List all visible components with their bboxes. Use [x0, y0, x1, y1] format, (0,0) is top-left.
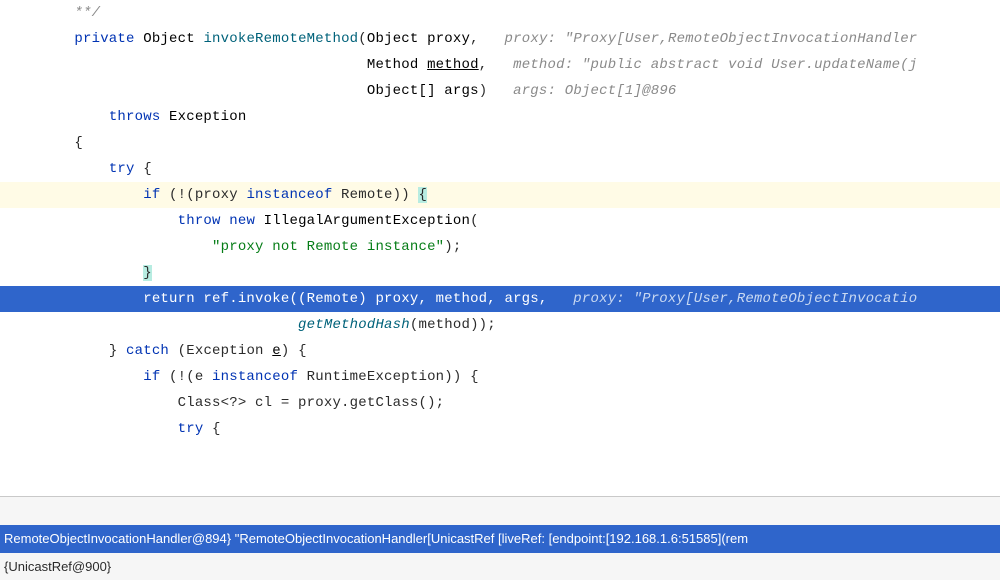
code-line: try {: [0, 156, 1000, 182]
inline-hint: proxy: "Proxy[User,RemoteObjectInvocatio…: [505, 31, 918, 47]
variable-value: RemoteObjectInvocationHandler@894} "Remo…: [4, 531, 748, 546]
code-line: private Object invokeRemoteMethod(Object…: [0, 26, 1000, 52]
paren: (Exception: [169, 343, 272, 359]
code-line: }: [0, 260, 1000, 286]
code-line: throws Exception: [0, 104, 1000, 130]
keyword-instanceof: instanceof: [212, 369, 298, 385]
keyword-throws: throws: [109, 109, 161, 125]
type: Exception: [169, 109, 246, 125]
variable-row-selected[interactable]: RemoteObjectInvocationHandler@894} "Remo…: [0, 525, 1000, 553]
exec-gutter: [0, 286, 15, 312]
keyword-private: private: [74, 31, 134, 47]
keyword-catch: catch: [126, 343, 169, 359]
brace-matched: }: [143, 265, 152, 281]
expr: RuntimeException)) {: [298, 369, 479, 385]
code-line: try {: [0, 416, 1000, 442]
keyword-if: if: [143, 369, 160, 385]
code-line: Object[] args) args: Object[1]@896: [0, 78, 1000, 104]
code-editor[interactable]: **/ private Object invokeRemoteMethod(Ob…: [0, 0, 1000, 496]
method-name: invokeRemoteMethod: [203, 31, 358, 47]
type: IllegalArgumentException: [264, 213, 470, 229]
keyword-if: if: [143, 187, 160, 203]
inline-hint: proxy: "Proxy[User,RemoteObjectInvocatio: [573, 291, 917, 307]
type: Object: [143, 31, 195, 47]
code-line-execution: return ref.invoke((Remote) proxy, method…: [0, 286, 1000, 312]
statement: Class<?> cl = proxy.getClass();: [178, 395, 445, 411]
param-type: Object[]: [367, 83, 436, 99]
expr: Remote)): [332, 187, 418, 203]
keyword-new: new: [229, 213, 255, 229]
brace-matched: {: [418, 187, 427, 203]
param-name: method: [427, 57, 479, 73]
keyword-try: try: [178, 421, 204, 437]
comment-end: **/: [74, 5, 100, 21]
brace: {: [74, 135, 83, 151]
code-line: throw new IllegalArgumentException(: [0, 208, 1000, 234]
variables-panel[interactable]: RemoteObjectInvocationHandler@894} "Remo…: [0, 496, 1000, 580]
code-line: } catch (Exception e) {: [0, 338, 1000, 364]
inline-hint: args: Object[1]@896: [513, 83, 676, 99]
keyword-throw: throw: [178, 213, 221, 229]
code-line: getMethodHash(method));: [0, 312, 1000, 338]
keyword-return: return: [143, 291, 195, 307]
param-type: Object: [367, 31, 419, 47]
expr: (!(e: [160, 369, 212, 385]
code-line: Method method, method: "public abstract …: [0, 52, 1000, 78]
var-name: e: [272, 343, 281, 359]
code-line: **/: [0, 0, 1000, 26]
variable-row[interactable]: {UnicastRef@900}: [0, 553, 1000, 580]
param-name: proxy: [427, 31, 470, 47]
code-line: {: [0, 130, 1000, 156]
string-literal: "proxy not Remote instance": [212, 239, 444, 255]
inline-hint: method: "public abstract void User.updat…: [513, 57, 917, 73]
param-name: args: [444, 83, 478, 99]
brace: }: [109, 343, 118, 359]
code-line: Class<?> cl = proxy.getClass();: [0, 390, 1000, 416]
code-line: "proxy not Remote instance");: [0, 234, 1000, 260]
expr: ref.invoke((Remote) proxy, method, args,: [195, 291, 548, 307]
code-line: if (!(e instanceof RuntimeException)) {: [0, 364, 1000, 390]
args: (method));: [410, 317, 496, 333]
paren: );: [444, 239, 461, 255]
variable-value: {UnicastRef@900}: [4, 559, 111, 574]
paren: (: [470, 213, 479, 229]
paren: ) {: [281, 343, 307, 359]
variables-blank-row: [0, 497, 1000, 525]
param-type: Method: [367, 57, 419, 73]
code-line-current: if (!(proxy instanceof Remote)) {: [0, 182, 1000, 208]
method-call: getMethodHash: [298, 317, 410, 333]
keyword-try: try: [109, 161, 135, 177]
expr: (!(proxy: [160, 187, 246, 203]
brace: {: [203, 421, 220, 437]
keyword-instanceof: instanceof: [246, 187, 332, 203]
